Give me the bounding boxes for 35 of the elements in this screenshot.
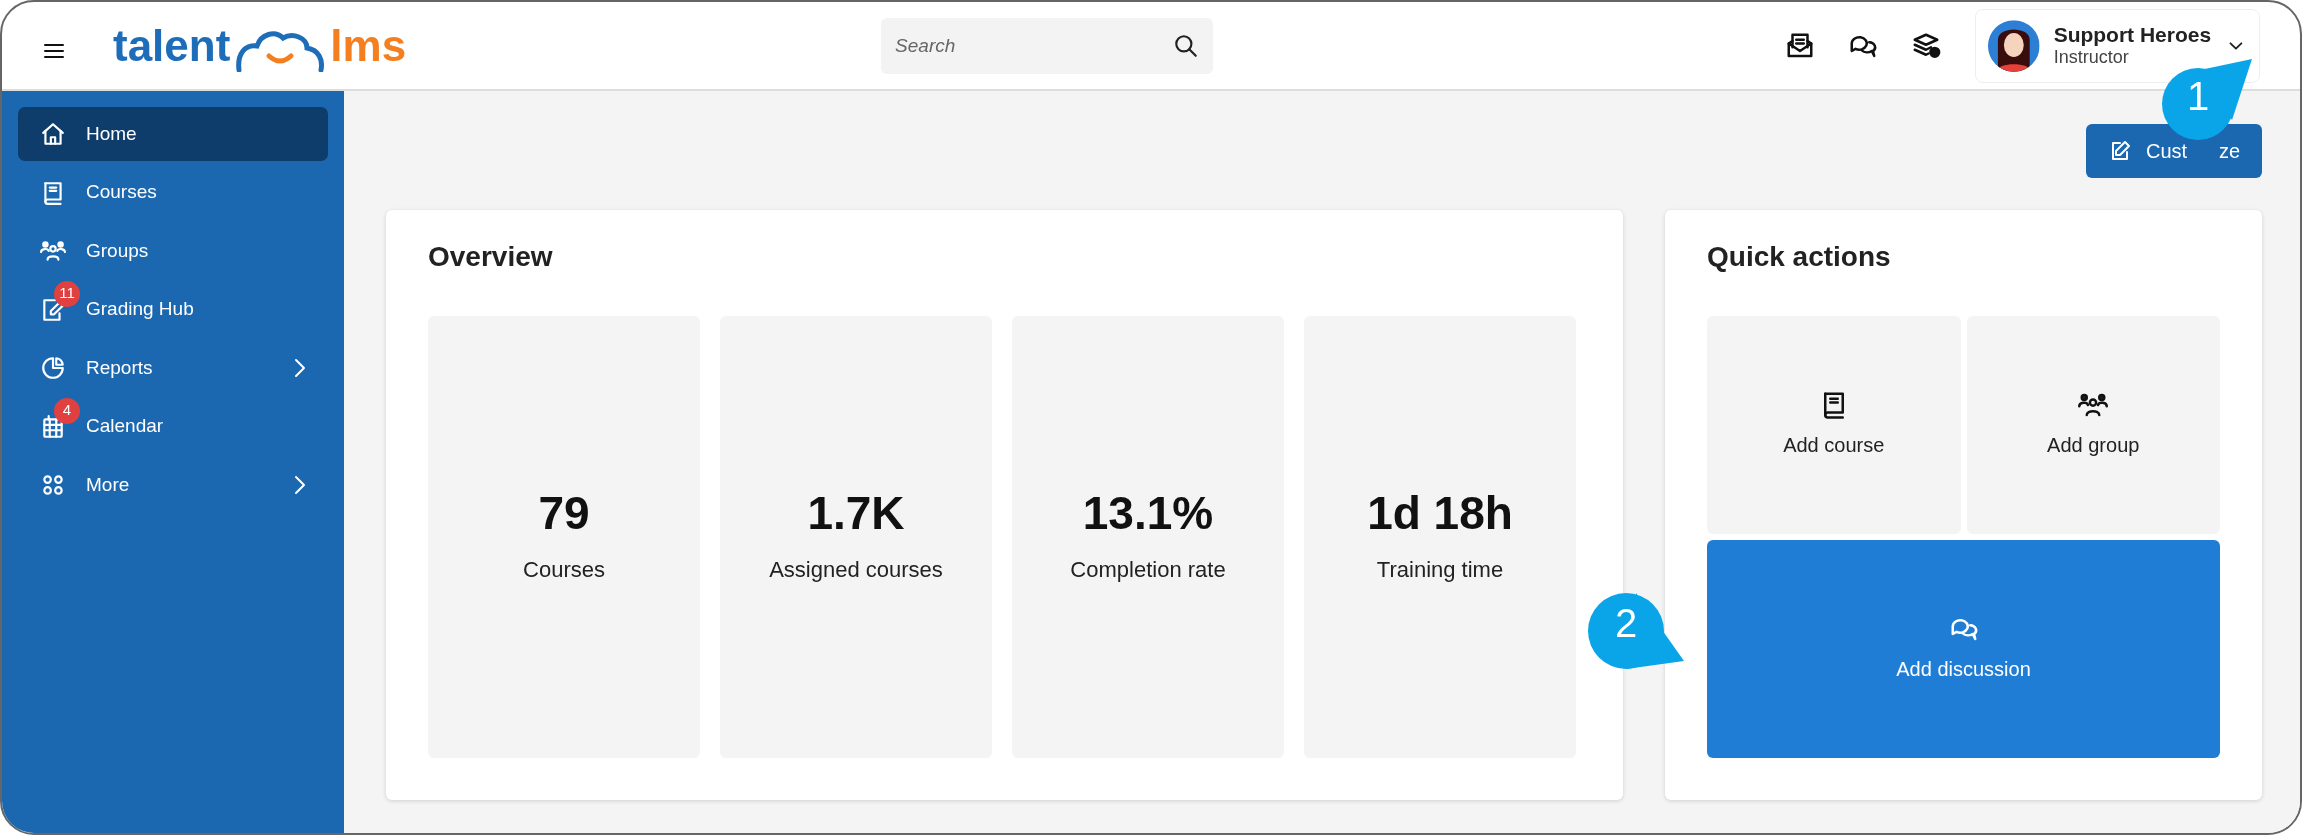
stat-value: 1d 18h — [1367, 488, 1513, 539]
sidebar-item[interactable]: Calendar 4 — [18, 399, 328, 454]
sidebar-item[interactable]: Grading Hub 11 — [18, 282, 328, 337]
sidebar-item[interactable]: Groups — [18, 224, 328, 278]
sidebar-item[interactable]: More — [18, 458, 328, 512]
pie-chart-icon — [40, 355, 66, 381]
notification-count: 4 — [54, 397, 80, 424]
stat-label: Courses — [523, 555, 605, 584]
chevron-right-icon — [292, 474, 308, 496]
sidebar-item[interactable]: Courses — [18, 165, 328, 220]
customize-button[interactable]: Cust ze — [2086, 124, 2262, 178]
stat-label: Assigned courses — [769, 555, 943, 584]
search-icon — [1173, 32, 1200, 59]
quick-action-button[interactable]: Add discussion — [1707, 539, 2220, 758]
step-tooltip: 2 — [1566, 573, 1686, 673]
stat-label: Completion rate — [1070, 555, 1226, 584]
stat-value: 79 — [538, 488, 590, 539]
stat-value: 1.7K — [807, 488, 905, 539]
sidebar-item[interactable]: Reports — [18, 341, 328, 395]
quick-action-button[interactable]: Add group — [1966, 315, 2220, 534]
notification-count: 11 — [54, 280, 80, 307]
user-role: Instructor — [2053, 47, 2130, 68]
user-name: Support Heroes — [2053, 23, 2212, 48]
card-title: Quick actions — [1707, 240, 1892, 274]
stat-value: 13.1% — [1082, 488, 1214, 539]
sidebar-item[interactable]: Home — [18, 107, 328, 161]
home-icon — [40, 121, 66, 147]
chevron-right-icon — [292, 357, 308, 379]
search-field[interactable]: Search — [881, 17, 1214, 74]
quick-action-button[interactable]: Add course — [1707, 315, 1961, 534]
grid-dots-icon — [40, 472, 66, 498]
people-icon — [40, 238, 66, 264]
card-title: Overview — [428, 240, 554, 274]
calendar-icon — [40, 413, 66, 440]
stat-label: Training time — [1376, 555, 1504, 584]
